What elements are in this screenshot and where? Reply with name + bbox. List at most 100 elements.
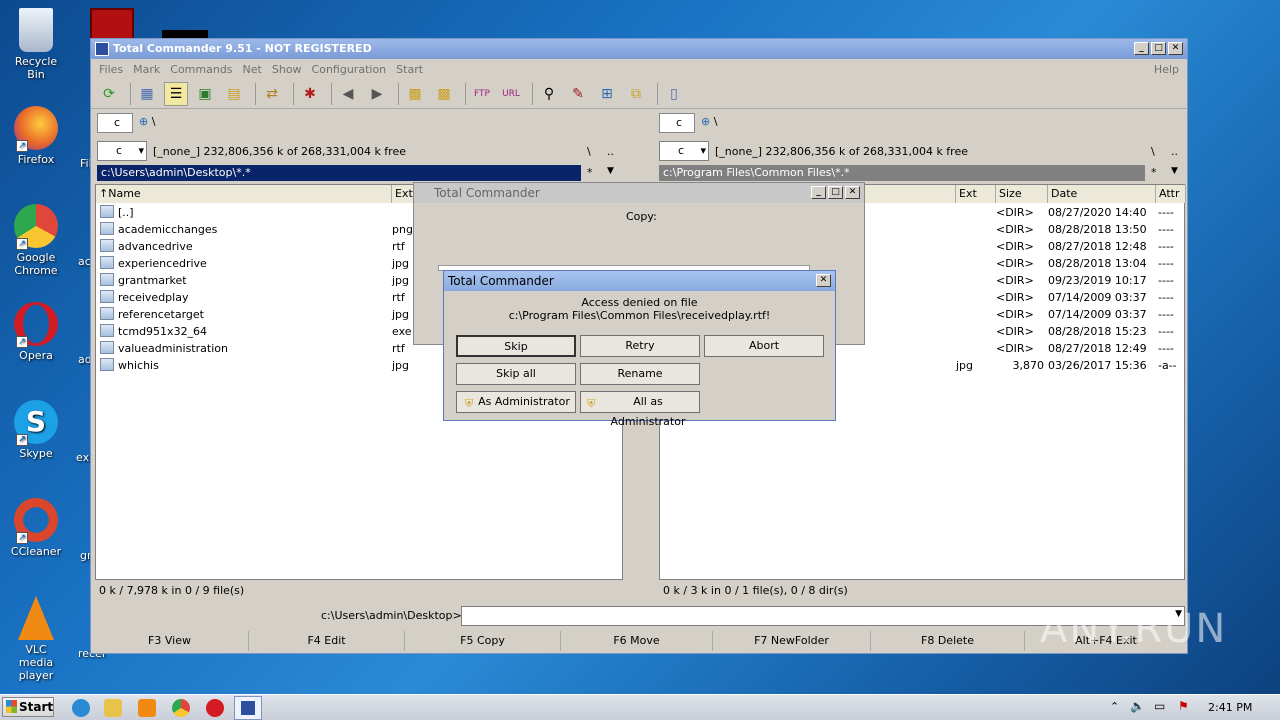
clock[interactable]: 2:41 PM bbox=[1208, 701, 1252, 714]
desktop-icon-label: Recycle Bin bbox=[14, 55, 58, 81]
right-history-arrow[interactable]: ▼ bbox=[1171, 166, 1178, 176]
file-date: 08/27/2020 14:40 bbox=[1048, 206, 1147, 219]
network-tray-icon[interactable]: ▭ bbox=[1154, 699, 1165, 713]
as-administrator-button[interactable]: ⛨ As Administrator bbox=[456, 391, 576, 413]
column-header-size[interactable]: Size bbox=[996, 185, 1048, 203]
multi-rename-icon[interactable]: ✎ bbox=[566, 82, 590, 106]
notepad-icon[interactable]: ▯ bbox=[662, 82, 686, 106]
forward-icon[interactable]: ▶ bbox=[365, 82, 389, 106]
full-view-icon[interactable]: ☰ bbox=[164, 81, 188, 106]
tray-expand-icon[interactable]: ⌃ bbox=[1110, 700, 1119, 713]
media-player-icon[interactable] bbox=[138, 699, 156, 717]
desktop-icon-recycle-bin[interactable]: Recycle Bin bbox=[8, 8, 64, 81]
column-header-name[interactable]: ↑Name bbox=[96, 185, 392, 203]
desktop-icon-firefox[interactable]: ↗ Firefox bbox=[8, 106, 64, 166]
f4-edit-button[interactable]: F4 Edit bbox=[249, 631, 405, 651]
desktop-icon-skype[interactable]: S ↗ Skype bbox=[8, 400, 64, 460]
back-icon[interactable]: ◀ bbox=[336, 82, 360, 106]
sync-dirs-icon[interactable]: ⊞ bbox=[595, 82, 619, 106]
right-star[interactable]: * bbox=[1151, 166, 1157, 179]
compare-dirs-icon[interactable]: ⇄ bbox=[260, 82, 284, 106]
desktop-icon-ccleaner[interactable]: ↗ CCleaner bbox=[8, 498, 64, 558]
vlc-icon bbox=[18, 596, 54, 640]
select-icon[interactable]: ✱ bbox=[298, 82, 322, 106]
left-drive-tab[interactable]: c bbox=[97, 113, 133, 133]
desktop-icon-chrome[interactable]: ↗ Google Chrome bbox=[8, 204, 64, 277]
chrome-icon[interactable] bbox=[172, 699, 190, 717]
f3-view-button[interactable]: F3 View bbox=[91, 631, 249, 651]
left-root-link[interactable]: \ bbox=[587, 145, 591, 158]
left-star[interactable]: * bbox=[587, 166, 593, 179]
column-header-date[interactable]: Date bbox=[1048, 185, 1156, 203]
close-button[interactable]: ✕ bbox=[816, 274, 831, 287]
ie-icon[interactable] bbox=[72, 699, 90, 717]
file-date: 03/26/2017 15:36 bbox=[1048, 359, 1147, 372]
left-updir-link[interactable]: .. bbox=[607, 145, 614, 158]
close-button[interactable]: ✕ bbox=[1168, 42, 1183, 55]
copy-dialog-titlebar[interactable]: Total Commander _ □ ✕ bbox=[414, 183, 864, 203]
f6-move-button[interactable]: F6 Move bbox=[561, 631, 713, 651]
column-header-attr[interactable]: Attr bbox=[1156, 185, 1186, 203]
tree-icon[interactable]: ▤ bbox=[222, 82, 246, 106]
retry-button[interactable]: Retry bbox=[580, 335, 700, 357]
minimize-button[interactable]: _ bbox=[1134, 42, 1149, 55]
action-center-icon[interactable]: ⚑ bbox=[1178, 699, 1189, 713]
menu-net[interactable]: Net bbox=[243, 63, 262, 76]
minimize-button[interactable]: _ bbox=[811, 186, 826, 199]
function-key-bar: F3 View F4 Edit F5 Copy F6 Move F7 NewFo… bbox=[91, 631, 1187, 653]
file-date: 08/28/2018 13:04 bbox=[1048, 257, 1147, 270]
opera-icon[interactable] bbox=[206, 699, 224, 717]
volume-icon[interactable]: 🔈 bbox=[1130, 699, 1145, 713]
desktop-icon-opera[interactable]: ↗ Opera bbox=[8, 302, 64, 362]
right-root-link[interactable]: \ bbox=[1151, 145, 1155, 158]
rename-button[interactable]: Rename bbox=[580, 363, 700, 385]
menu-help[interactable]: Help bbox=[1154, 63, 1179, 76]
unpack-icon[interactable]: ▩ bbox=[432, 82, 456, 106]
pdf-icon[interactable] bbox=[90, 8, 134, 40]
right-root-button[interactable]: ⊕ \ bbox=[701, 115, 717, 128]
maximize-button[interactable]: □ bbox=[1151, 42, 1166, 55]
error-dialog-titlebar[interactable]: Total Commander ✕ bbox=[444, 271, 835, 291]
menu-commands[interactable]: Commands bbox=[170, 63, 232, 76]
window-titlebar[interactable]: Total Commander 9.51 - NOT REGISTERED _ … bbox=[91, 39, 1187, 59]
right-updir-link[interactable]: .. bbox=[1171, 145, 1178, 158]
left-drive-combo[interactable]: c ▾ bbox=[97, 141, 147, 161]
abort-button[interactable]: Abort bbox=[704, 335, 824, 357]
left-path-bar[interactable]: c:\Users\admin\Desktop\*.* bbox=[97, 165, 581, 181]
file-ext: rtf bbox=[392, 240, 405, 253]
left-history-arrow[interactable]: ▼ bbox=[607, 166, 614, 176]
all-as-administrator-button[interactable]: ⛨ All as Administrator bbox=[580, 391, 700, 428]
skip-all-button[interactable]: Skip all bbox=[456, 363, 576, 385]
column-header-ext[interactable]: Ext bbox=[956, 185, 996, 203]
file-ext: jpg bbox=[392, 257, 410, 270]
menu-files[interactable]: Files bbox=[99, 63, 123, 76]
f5-copy-button[interactable]: F5 Copy bbox=[405, 631, 561, 651]
right-path-bar[interactable]: c:\Program Files\Common Files\*.* bbox=[659, 165, 1145, 181]
start-button[interactable]: Start bbox=[2, 697, 54, 717]
copy-names-icon[interactable]: ⧉ bbox=[624, 82, 648, 106]
refresh-icon[interactable]: ⟳ bbox=[97, 82, 121, 106]
url-icon[interactable]: URL bbox=[499, 82, 523, 106]
close-button[interactable]: ✕ bbox=[845, 186, 860, 199]
menu-start[interactable]: Start bbox=[396, 63, 423, 76]
right-drive-combo[interactable]: c ▾ bbox=[659, 141, 709, 161]
search-icon[interactable]: ⚲ bbox=[537, 82, 561, 106]
menu-show[interactable]: Show bbox=[272, 63, 302, 76]
ftp-icon[interactable]: FTP bbox=[470, 82, 494, 106]
left-root-button[interactable]: ⊕ \ bbox=[139, 115, 155, 128]
menu-mark[interactable]: Mark bbox=[133, 63, 160, 76]
brief-view-icon[interactable]: ▦ bbox=[135, 82, 159, 106]
skip-button[interactable]: Skip bbox=[456, 335, 576, 357]
menu-configuration[interactable]: Configuration bbox=[312, 63, 387, 76]
thumbnails-icon[interactable]: ▣ bbox=[193, 82, 217, 106]
desktop-icon-vlc[interactable]: VLC media player bbox=[8, 596, 64, 682]
explorer-icon[interactable] bbox=[104, 699, 122, 717]
taskbar-total-commander[interactable] bbox=[234, 696, 262, 720]
maximize-button[interactable]: □ bbox=[828, 186, 843, 199]
button-label: All as Administrator bbox=[610, 395, 686, 428]
f8-delete-button[interactable]: F8 Delete bbox=[871, 631, 1025, 651]
f7-newfolder-button[interactable]: F7 NewFolder bbox=[713, 631, 871, 651]
pack-icon[interactable]: ▩ bbox=[403, 82, 427, 106]
drive-letter: c bbox=[116, 144, 123, 157]
right-drive-tab[interactable]: c bbox=[659, 113, 695, 133]
